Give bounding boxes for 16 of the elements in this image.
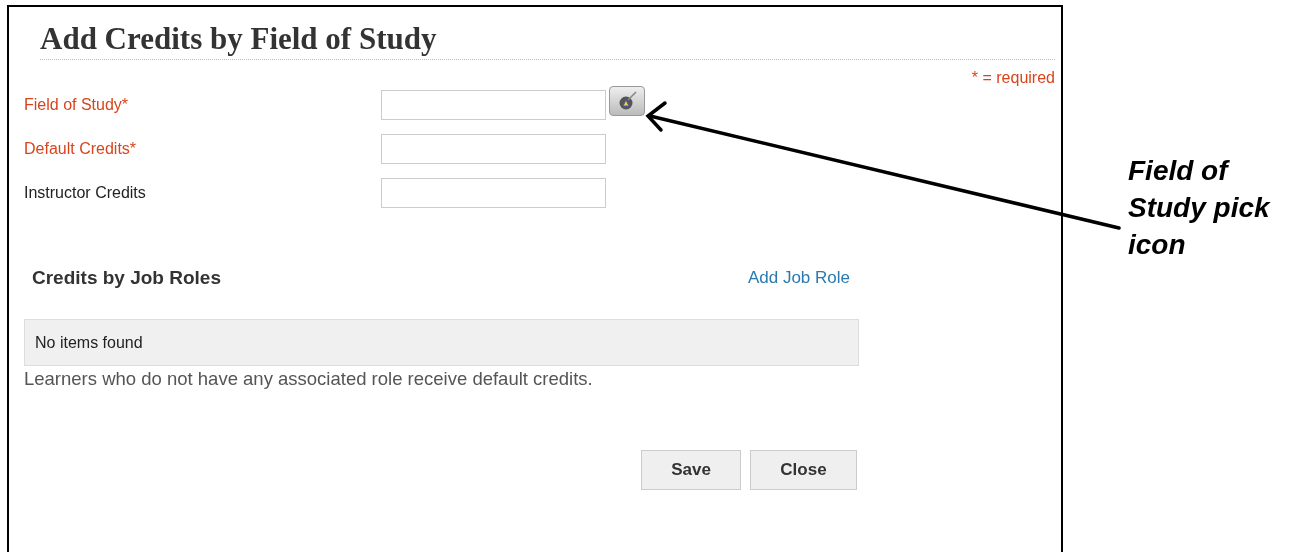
dialog-button[interactable]: Save: [641, 450, 741, 490]
field-label: Instructor Credits: [24, 184, 147, 202]
dialog-title: Add Credits by Field of Study: [40, 21, 1055, 60]
add-job-role-link[interactable]: Add Job Role: [747, 268, 850, 288]
input-field[interactable]: [381, 134, 606, 164]
input-field[interactable]: [381, 178, 606, 208]
dialog-button[interactable]: Close: [750, 450, 857, 490]
callout-text: Field of Study pick icon: [1128, 154, 1272, 262]
section-title: Credits by Job Roles: [32, 267, 221, 289]
picker-button[interactable]: [609, 86, 645, 116]
field-label: Field of Study*: [24, 96, 130, 114]
field-label: Default Credits*: [24, 140, 138, 158]
input-field[interactable]: [381, 90, 606, 120]
info-text: Learners who do not have any associated role receive default credits.: [24, 368, 594, 390]
required-note: * = required: [971, 69, 1055, 87]
empty-message: No items found: [35, 333, 143, 352]
